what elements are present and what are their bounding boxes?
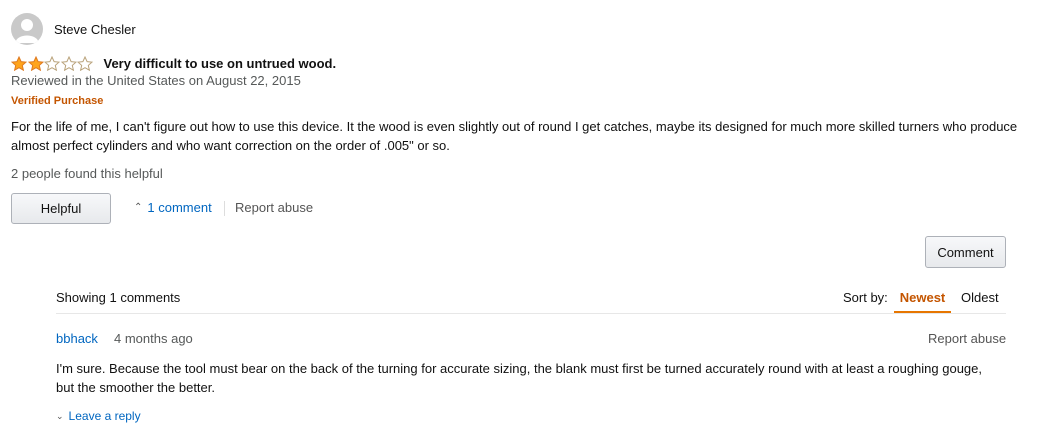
star-empty-icon: [77, 55, 93, 71]
comment-timestamp: 4 months ago: [114, 331, 193, 346]
star-filled-icon: [11, 55, 27, 71]
divider: [224, 201, 225, 216]
leave-reply-link[interactable]: ⌄ Leave a reply: [56, 409, 141, 423]
comment-report-abuse-link[interactable]: Report abuse: [928, 331, 1006, 346]
verified-purchase-badge: Verified Purchase: [11, 95, 104, 107]
comment-button[interactable]: Comment: [925, 236, 1006, 268]
star-empty-icon: [44, 55, 60, 71]
caret-up-icon: ⌃: [134, 202, 143, 213]
comments-toggle-label: 1 comment: [147, 200, 212, 215]
star-filled-icon: [27, 55, 44, 71]
comments-count: Showing 1 comments: [56, 290, 181, 305]
review-title-row: Very difficult to use on untrued wood.: [11, 54, 336, 72]
sort-newest-label: Newest: [899, 290, 946, 305]
sort-oldest-tab[interactable]: Oldest: [961, 290, 999, 305]
comment-body: I'm sure. Because the tool must bear on …: [56, 361, 983, 395]
leave-reply-label: Leave a reply: [68, 409, 141, 423]
review-body: For the life of me, I can't figure out h…: [11, 119, 1018, 153]
comment-author[interactable]: bbhack: [56, 331, 98, 346]
helpful-count: 2 people found this helpful: [11, 166, 163, 181]
helpful-button[interactable]: Helpful: [11, 193, 111, 224]
avatar-icon: [11, 13, 43, 45]
sort-label: Sort by:: [843, 290, 888, 305]
sort-newest-tab[interactable]: Newest: [894, 283, 951, 313]
star-rating[interactable]: [11, 55, 94, 71]
reviewer-name[interactable]: Steve Chesler: [54, 22, 136, 37]
review-title[interactable]: Very difficult to use on untrued wood.: [104, 56, 337, 71]
divider: [56, 313, 1006, 314]
review-date: Reviewed in the United States on August …: [11, 73, 301, 88]
report-abuse-link[interactable]: Report abuse: [235, 200, 313, 215]
comments-toggle-link[interactable]: ⌃ 1 comment: [134, 200, 212, 215]
reviewer-profile[interactable]: Steve Chesler: [11, 13, 136, 45]
chevron-down-icon: ⌄: [56, 410, 64, 421]
star-empty-icon: [60, 55, 77, 71]
